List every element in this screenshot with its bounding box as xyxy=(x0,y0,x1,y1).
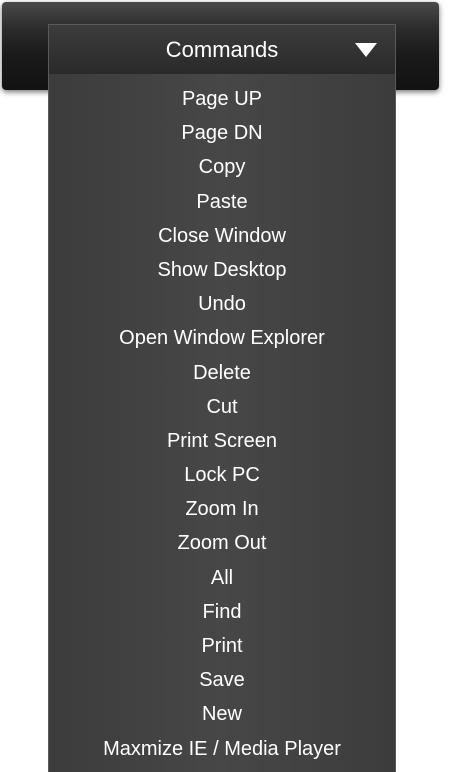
chevron-down-icon xyxy=(355,43,377,57)
menu-item-close-window[interactable]: Close Window xyxy=(49,221,395,255)
menu-item-zoom-in[interactable]: Zoom In xyxy=(49,494,395,528)
menu-item-lock-pc[interactable]: Lock PC xyxy=(49,460,395,494)
menu-item-maxmize-ie-media-player[interactable]: Maxmize IE / Media Player xyxy=(49,734,395,768)
commands-dropdown-button[interactable]: Commands xyxy=(48,24,396,74)
menu-item-all[interactable]: All xyxy=(49,563,395,597)
menu-item-page-up[interactable]: Page UP xyxy=(49,84,395,118)
menu-item-undo[interactable]: Undo xyxy=(49,289,395,323)
menu-item-cut[interactable]: Cut xyxy=(49,392,395,426)
menu-item-save[interactable]: Save xyxy=(49,665,395,699)
menu-item-print[interactable]: Print xyxy=(49,631,395,665)
menu-item-zoom-out[interactable]: Zoom Out xyxy=(49,528,395,562)
menu-item-new[interactable]: New xyxy=(49,699,395,733)
menu-item-show-desktop[interactable]: Show Desktop xyxy=(49,255,395,289)
commands-widget: Commands Page UP Page DN Copy Paste Clos… xyxy=(0,0,449,772)
menu-item-print-screen[interactable]: Print Screen xyxy=(49,426,395,460)
menu-item-page-dn[interactable]: Page DN xyxy=(49,118,395,152)
commands-menu: Page UP Page DN Copy Paste Close Window … xyxy=(48,74,396,772)
menu-item-copy[interactable]: Copy xyxy=(49,152,395,186)
menu-item-open-window-explorer[interactable]: Open Window Explorer xyxy=(49,323,395,357)
menu-item-find[interactable]: Find xyxy=(49,597,395,631)
dropdown-label: Commands xyxy=(165,37,279,62)
menu-item-delete[interactable]: Delete xyxy=(49,358,395,392)
menu-item-paste[interactable]: Paste xyxy=(49,187,395,221)
